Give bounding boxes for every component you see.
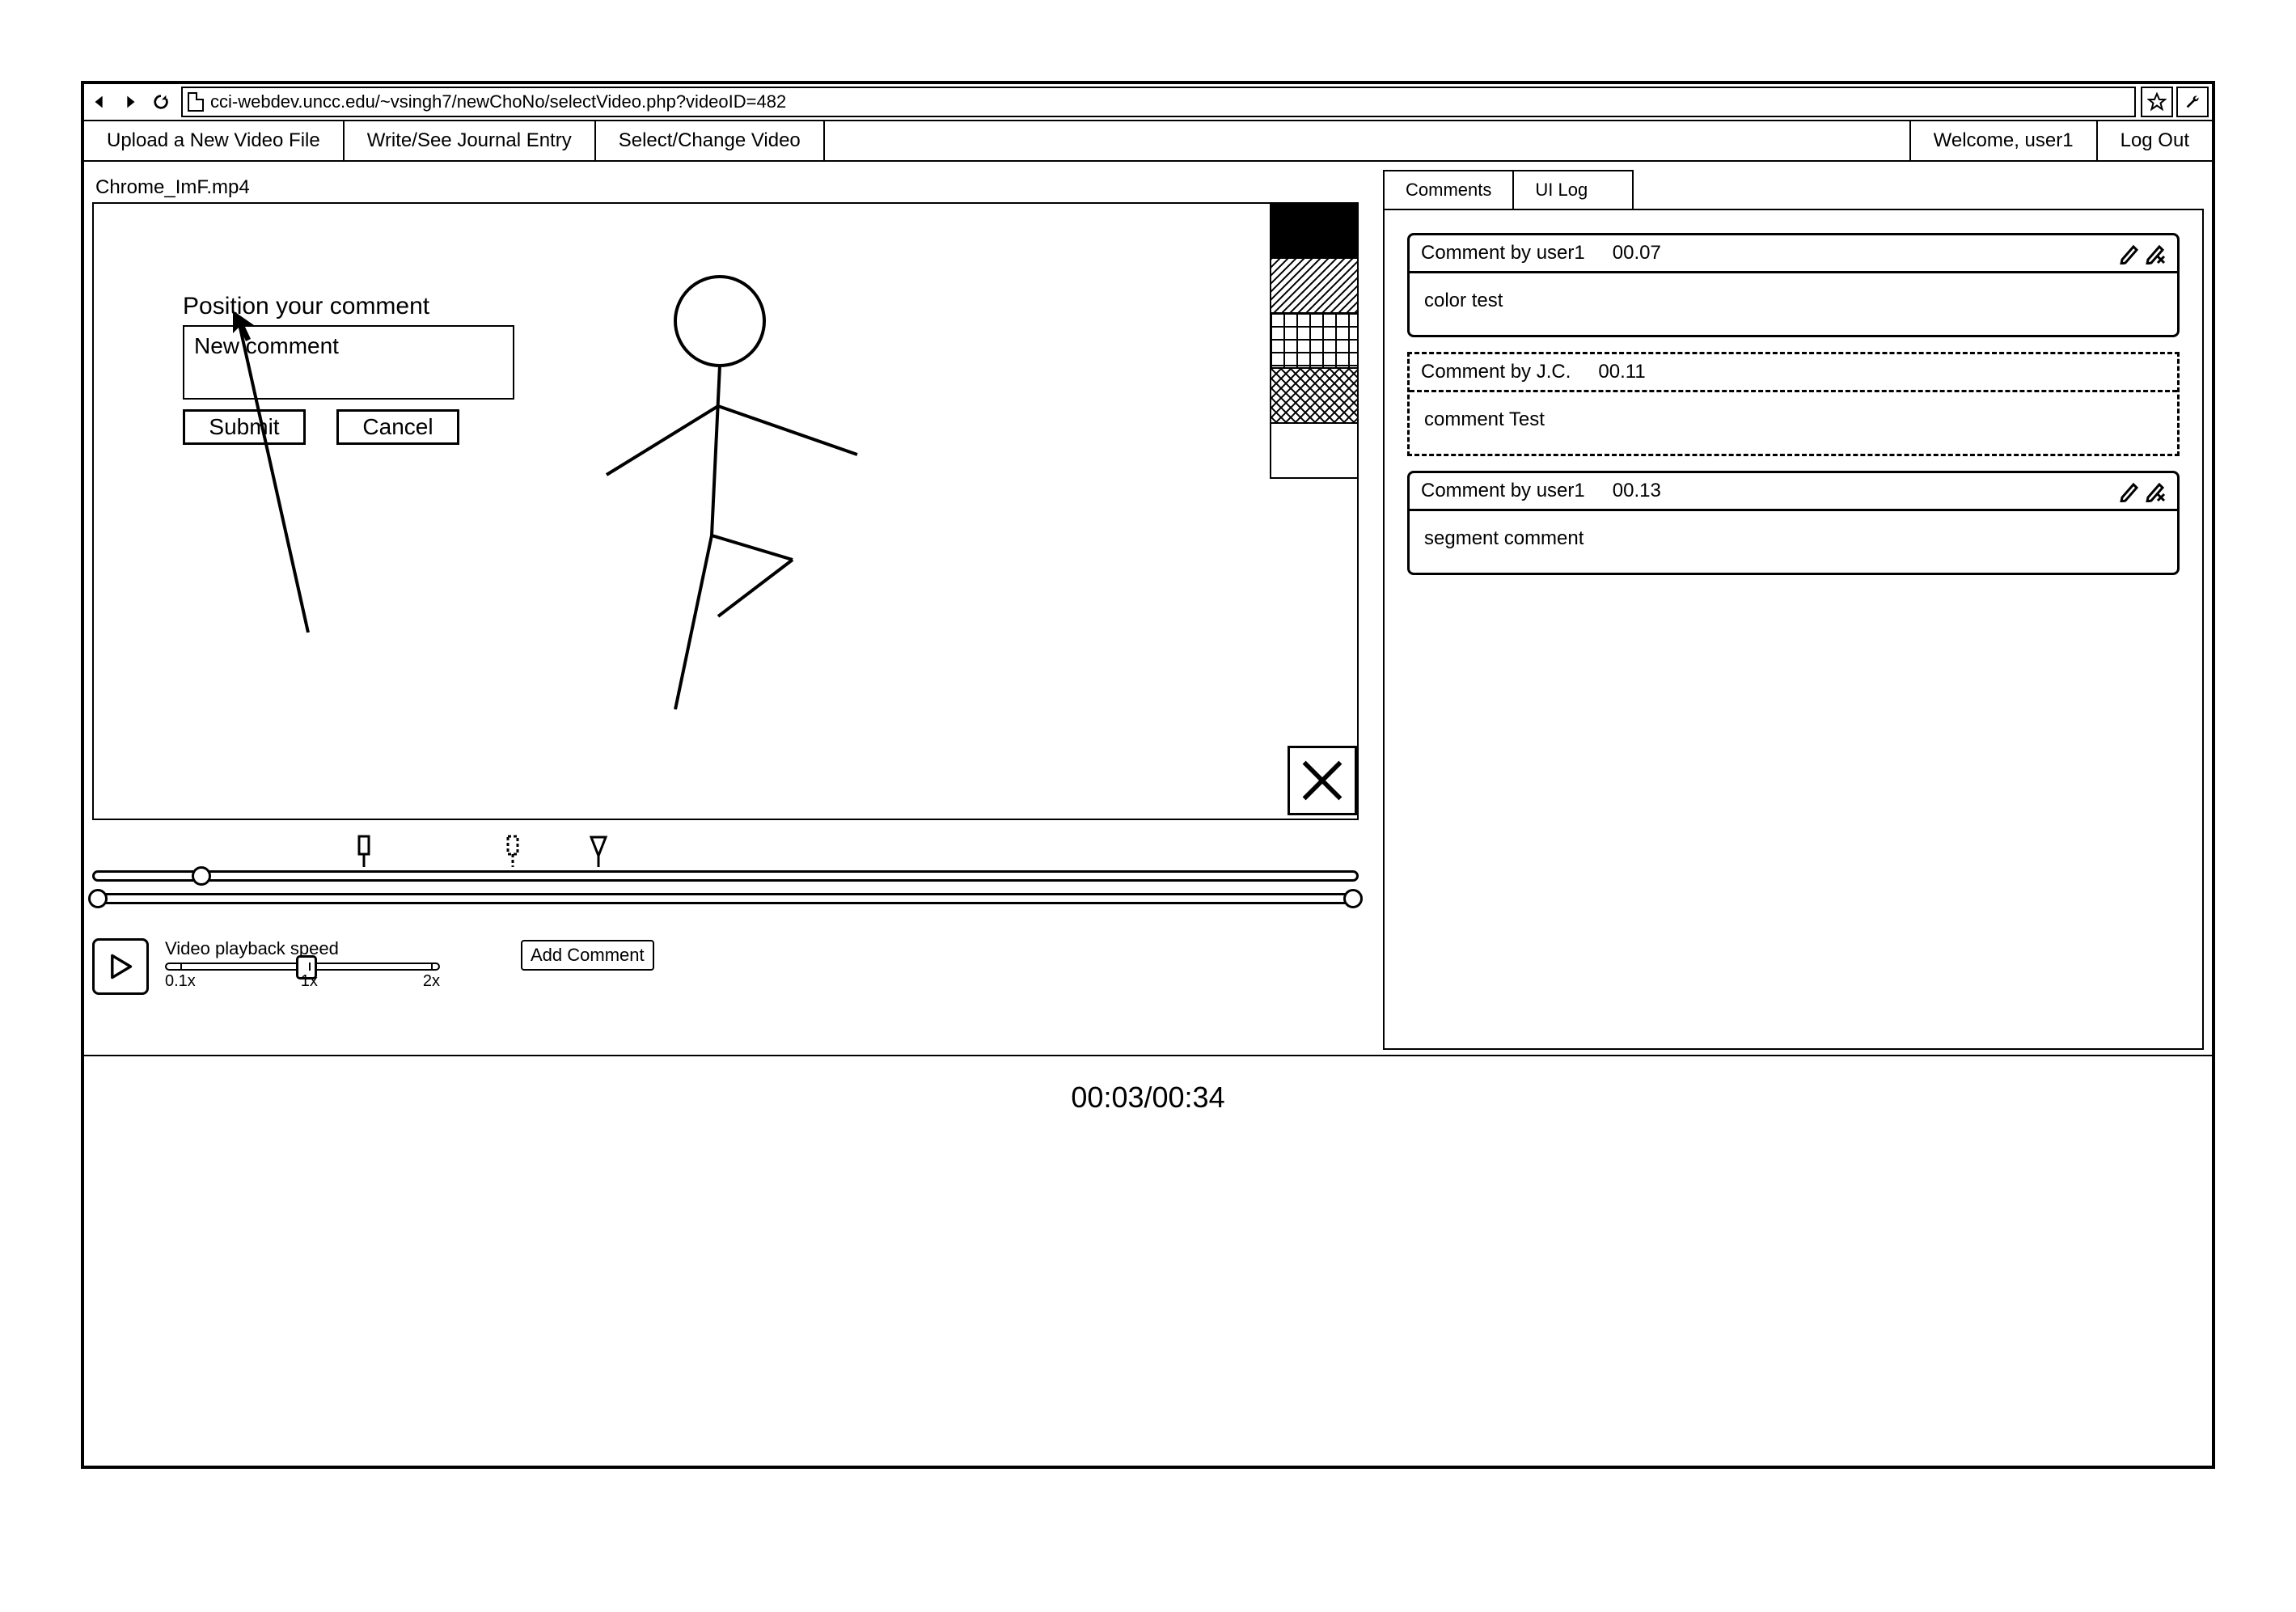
comment-body: segment comment: [1410, 511, 2177, 573]
comment-author: Comment by user1: [1421, 242, 1585, 264]
comment-author: Comment by user1: [1421, 480, 1585, 502]
segment-track[interactable]: [92, 893, 1359, 904]
speed-control: Video playback speed 0.1x 1x 2x: [165, 938, 440, 991]
delete-icon[interactable]: [2145, 480, 2166, 502]
comments-panel: Comment by user1 00.07 color test Commen…: [1383, 209, 2204, 1050]
speed-ticks: 0.1x 1x 2x: [165, 972, 440, 991]
tab-uilog[interactable]: UI Log: [1514, 171, 1609, 209]
video-column: Chrome_ImF.mp4 Position your comment New: [92, 170, 1359, 1047]
close-button[interactable]: [1288, 746, 1357, 815]
menu-spacer: [825, 121, 1909, 160]
video-player[interactable]: Position your comment New comment Submit…: [92, 202, 1359, 820]
playback-controls: Video playback speed 0.1x 1x 2x Add Comm…: [92, 938, 1359, 995]
edit-icon[interactable]: [2119, 242, 2140, 264]
forward-button[interactable]: [115, 87, 146, 117]
swatch-crosshatch[interactable]: [1271, 369, 1357, 424]
menu-journal[interactable]: Write/See Journal Entry: [345, 121, 596, 160]
scrub-thumb[interactable]: [192, 866, 211, 886]
bookmark-button[interactable]: [2141, 87, 2173, 117]
comment-author: Comment by J.C.: [1421, 361, 1571, 383]
timeline: [92, 835, 1359, 924]
marker-triangle[interactable]: [589, 835, 608, 867]
swatch-grid[interactable]: [1271, 314, 1357, 369]
add-comment-button[interactable]: Add Comment: [521, 940, 654, 971]
marker-dashed[interactable]: [505, 835, 521, 867]
comment-body: color test: [1410, 273, 2177, 335]
time-display: 00:03/00:34: [84, 1081, 2212, 1115]
menu-upload[interactable]: Upload a New Video File: [84, 121, 345, 160]
speed-tick-mid: 1x: [301, 972, 318, 991]
side-panel: Comments UI Log Comment by user1 00.07 c…: [1383, 170, 2204, 1047]
menu-bar: Upload a New Video File Write/See Journa…: [84, 121, 2212, 162]
comment-body: comment Test: [1410, 392, 2177, 454]
swatch-diagonal[interactable]: [1271, 259, 1357, 314]
panel-tabs: Comments UI Log: [1383, 170, 1634, 209]
comment-card: Comment by user1 00.07 color test: [1407, 233, 2180, 337]
play-button[interactable]: [92, 938, 149, 995]
tab-comments[interactable]: Comments: [1385, 171, 1514, 209]
comment-card: Comment by user1 00.13 segment comment: [1407, 471, 2180, 575]
comment-header: Comment by user1 00.07: [1410, 235, 2177, 273]
logout-button[interactable]: Log Out: [2096, 121, 2212, 160]
settings-button[interactable]: [2176, 87, 2209, 117]
segment-end-thumb[interactable]: [1343, 889, 1363, 908]
browser-bar: cci-webdev.uncc.edu/~vsingh7/newChoNo/se…: [84, 84, 2212, 121]
video-filename: Chrome_ImF.mp4: [92, 170, 1359, 202]
back-button[interactable]: [84, 87, 115, 117]
comment-time: 00.07: [1613, 242, 1661, 264]
url-bar[interactable]: cci-webdev.uncc.edu/~vsingh7/newChoNo/se…: [181, 87, 2136, 117]
welcome-label: Welcome, user1: [1909, 121, 2096, 160]
marker-solid[interactable]: [356, 835, 372, 867]
texture-palette: [1270, 204, 1357, 479]
comment-header: Comment by J.C. 00.11: [1410, 354, 2177, 392]
edit-icon[interactable]: [2119, 480, 2140, 502]
scrub-track[interactable]: [92, 870, 1359, 882]
swatch-white[interactable]: [1271, 424, 1357, 479]
speed-tick-min: 0.1x: [165, 972, 196, 991]
reload-button[interactable]: [146, 87, 176, 117]
video-frame-figure: [542, 269, 865, 721]
segment-start-thumb[interactable]: [88, 889, 108, 908]
url-text: cci-webdev.uncc.edu/~vsingh7/newChoNo/se…: [210, 91, 786, 112]
timeline-markers: [92, 835, 1359, 870]
speed-tick-max: 2x: [423, 972, 440, 991]
comment-header: Comment by user1 00.13: [1410, 473, 2177, 511]
cursor-icon: [231, 309, 393, 649]
comment-time: 00.13: [1613, 480, 1661, 502]
comment-time: 00.11: [1598, 361, 1645, 383]
page-icon: [188, 92, 204, 112]
comment-card: Comment by J.C. 00.11 comment Test: [1407, 352, 2180, 456]
menu-select-video[interactable]: Select/Change Video: [596, 121, 825, 160]
delete-icon[interactable]: [2145, 242, 2166, 264]
time-bar: 00:03/00:34: [84, 1055, 2212, 1464]
swatch-black[interactable]: [1271, 204, 1357, 259]
app-frame: cci-webdev.uncc.edu/~vsingh7/newChoNo/se…: [81, 81, 2215, 1469]
content-area: Chrome_ImF.mp4 Position your comment New: [84, 162, 2212, 1055]
speed-slider[interactable]: [165, 963, 440, 971]
